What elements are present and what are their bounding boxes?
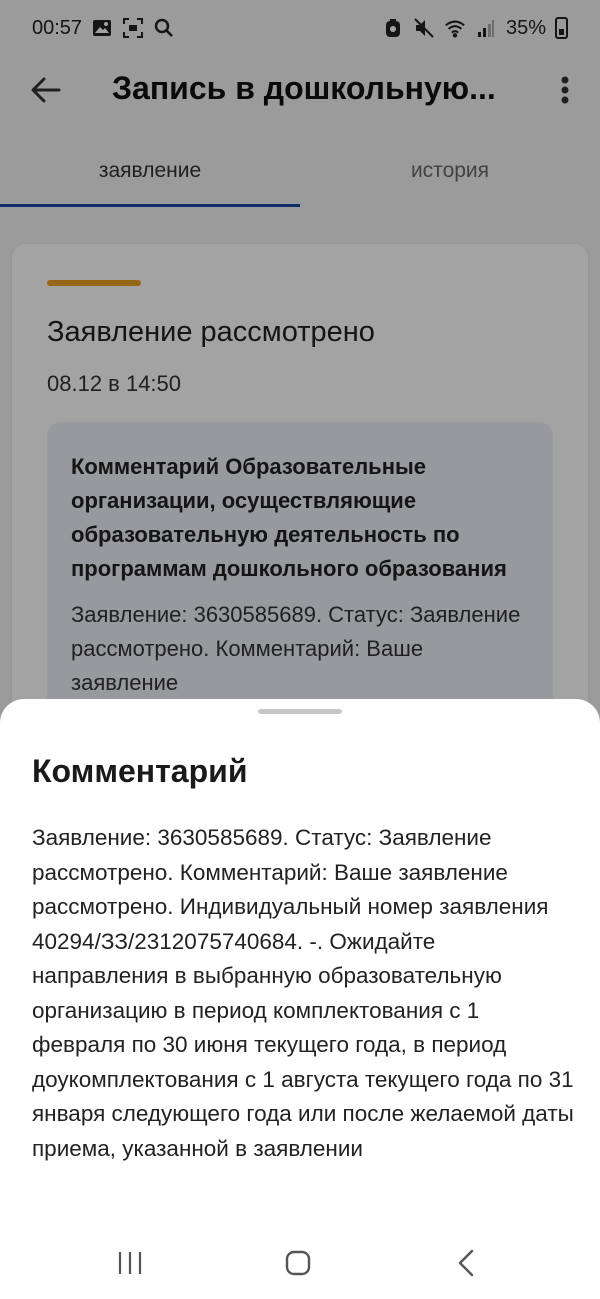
sheet-drag-handle[interactable] <box>258 709 342 714</box>
recent-apps-icon <box>118 1252 142 1274</box>
sheet-title: Комментарий <box>32 753 248 789</box>
system-nav-bar <box>0 1225 600 1299</box>
nav-home-button[interactable] <box>268 1235 328 1291</box>
nav-back-button[interactable] <box>436 1235 496 1291</box>
home-icon <box>285 1250 311 1276</box>
nav-recents-button[interactable] <box>100 1235 160 1291</box>
sheet-comment-text: Заявление: 3630585689. Статус: Заявление… <box>32 825 574 1161</box>
comment-bottom-sheet: Комментарий Заявление: 3630585689. Стату… <box>0 699 600 1299</box>
chevron-left-icon <box>458 1249 474 1277</box>
